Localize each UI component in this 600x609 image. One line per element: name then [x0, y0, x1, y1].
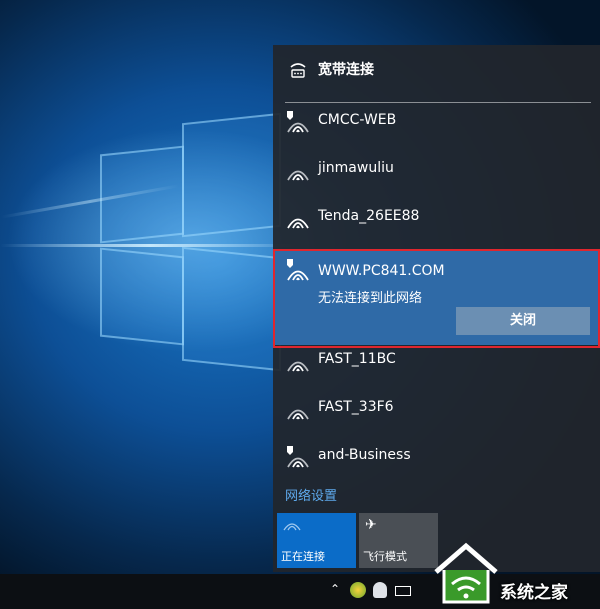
network-item-tenda[interactable]: Tenda_26EE88	[273, 194, 600, 242]
airplane-mode-tile[interactable]: ✈ 飞行模式	[359, 513, 438, 568]
wifi-icon	[287, 218, 309, 229]
wifi-toggle-tile[interactable]: 正在连接	[277, 513, 356, 568]
windows-logo-pane-top-left	[100, 145, 184, 244]
wifi-icon	[283, 523, 301, 531]
broadband-connection[interactable]: 宽带连接	[273, 47, 600, 95]
wifi-tile-label: 正在连接	[281, 550, 325, 563]
light-beam	[0, 244, 300, 247]
wifi-icon	[287, 409, 309, 420]
network-name: FAST_33F6	[318, 399, 394, 415]
tray-app-icon[interactable]	[373, 582, 387, 598]
windows-logo-pane-top-right	[182, 112, 281, 238]
battery-icon[interactable]	[395, 586, 411, 596]
network-item-fast-33f6[interactable]: FAST_33F6	[273, 385, 600, 433]
wifi-open-warning-icon	[287, 111, 309, 133]
chevron-up-icon[interactable]: ⌃	[330, 582, 340, 596]
network-item-cmcc-web[interactable]: CMCC-WEB	[273, 98, 600, 146]
dialup-icon	[290, 63, 306, 78]
windows-logo-pane-bottom-left	[100, 247, 184, 346]
network-name: Tenda_26EE88	[318, 208, 420, 224]
network-item-jinmawuliu[interactable]: jinmawuliu	[273, 146, 600, 194]
network-name: jinmawuliu	[318, 160, 394, 176]
network-name: CMCC-WEB	[318, 112, 397, 128]
watermark-logo: 系统之家	[430, 530, 600, 609]
tray-app-icon[interactable]	[350, 582, 366, 598]
wifi-icon	[287, 361, 309, 372]
airplane-tile-label: 飞行模式	[363, 550, 407, 563]
airplane-icon: ✈	[365, 517, 377, 533]
watermark-text: 系统之家	[500, 583, 568, 603]
windows-logo-pane-bottom-right	[182, 246, 281, 372]
broadband-label: 宽带连接	[318, 62, 374, 78]
wifi-open-warning-icon	[287, 446, 309, 468]
network-name: FAST_11BC	[318, 351, 396, 367]
house-logo-icon	[434, 542, 498, 604]
network-settings-link[interactable]: 网络设置	[285, 485, 337, 504]
wifi-icon	[287, 170, 309, 181]
highlight-box	[273, 249, 600, 348]
network-item-and-business[interactable]: and-Business	[273, 433, 600, 481]
network-name: and-Business	[318, 447, 411, 463]
